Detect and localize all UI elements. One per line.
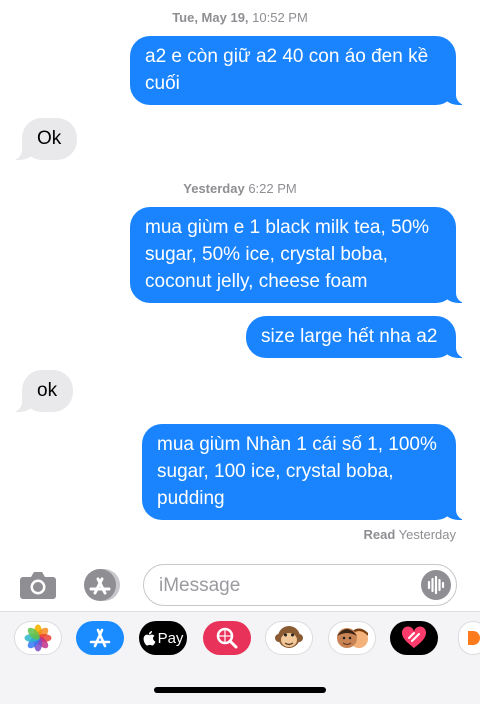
photos-app-button[interactable] — [14, 621, 62, 655]
read-time: Yesterday — [395, 527, 456, 542]
memoji-app-button[interactable] — [328, 621, 376, 655]
app-store-icon — [89, 628, 111, 648]
message-text: mua giùm Nhàn 1 cái số 1, 100% sugar, 10… — [157, 434, 437, 509]
message-text: mua giùm e 1 black milk tea, 50% sugar, … — [145, 217, 430, 292]
partial-app-icon — [468, 631, 480, 645]
timestamp-time: 6:22 PM — [244, 181, 297, 196]
message-bubble-incoming[interactable]: ok — [12, 370, 73, 412]
message-input-placeholder: iMessage — [159, 575, 241, 596]
message-text: a2 e còn giữ a2 40 con áo đen kề cuối — [145, 46, 429, 94]
waveform-icon — [427, 575, 445, 595]
message-input[interactable]: iMessage — [143, 564, 457, 606]
digital-touch-app-button[interactable] — [390, 621, 438, 655]
read-label: Read — [363, 527, 396, 542]
message-bubble-outgoing[interactable]: size large hết nha a2 — [246, 316, 466, 358]
message-text: Ok — [37, 128, 62, 149]
apple-pay-icon — [143, 631, 155, 646]
timestamp-header: Tue, May 19, 10:52 PM — [0, 10, 480, 25]
message-bubble-incoming[interactable]: Ok — [12, 118, 77, 160]
camera-icon — [20, 572, 56, 599]
animoji-app-button[interactable] — [265, 621, 313, 655]
home-indicator[interactable] — [154, 687, 326, 693]
memoji-icon — [337, 628, 368, 648]
digital-touch-icon — [401, 626, 427, 648]
timestamp-day: Yesterday — [183, 181, 245, 196]
message-bubble-outgoing[interactable]: a2 e còn giữ a2 40 con áo đen kề cuối — [130, 36, 466, 105]
audio-message-button[interactable] — [421, 570, 451, 600]
read-receipt: Read Yesterday — [363, 527, 456, 542]
app-drawer-button[interactable] — [82, 567, 122, 603]
app-store-app-button[interactable] — [76, 621, 124, 655]
image-search-icon — [216, 627, 238, 649]
camera-button[interactable] — [19, 568, 57, 602]
app-store-icon — [84, 569, 120, 601]
message-bubble-outgoing[interactable]: mua giùm e 1 black milk tea, 50% sugar, … — [130, 207, 466, 303]
photos-icon — [24, 624, 52, 652]
apple-pay-app-button[interactable]: Pay — [139, 621, 187, 655]
timestamp-header: Yesterday 6:22 PM — [0, 181, 480, 196]
message-bubble-outgoing[interactable]: mua giùm Nhàn 1 cái số 1, 100% sugar, 10… — [142, 424, 466, 520]
timestamp-time: 10:52 PM — [248, 10, 308, 25]
message-text: size large hết nha a2 — [261, 326, 438, 347]
timestamp-day: Tue, May 19, — [172, 10, 249, 25]
image-search-app-button[interactable] — [203, 621, 251, 655]
message-text: ok — [37, 380, 58, 401]
monkey-animoji-icon — [275, 626, 303, 648]
more-apps-button[interactable] — [458, 621, 480, 655]
apple-pay-label: Pay — [157, 629, 184, 647]
